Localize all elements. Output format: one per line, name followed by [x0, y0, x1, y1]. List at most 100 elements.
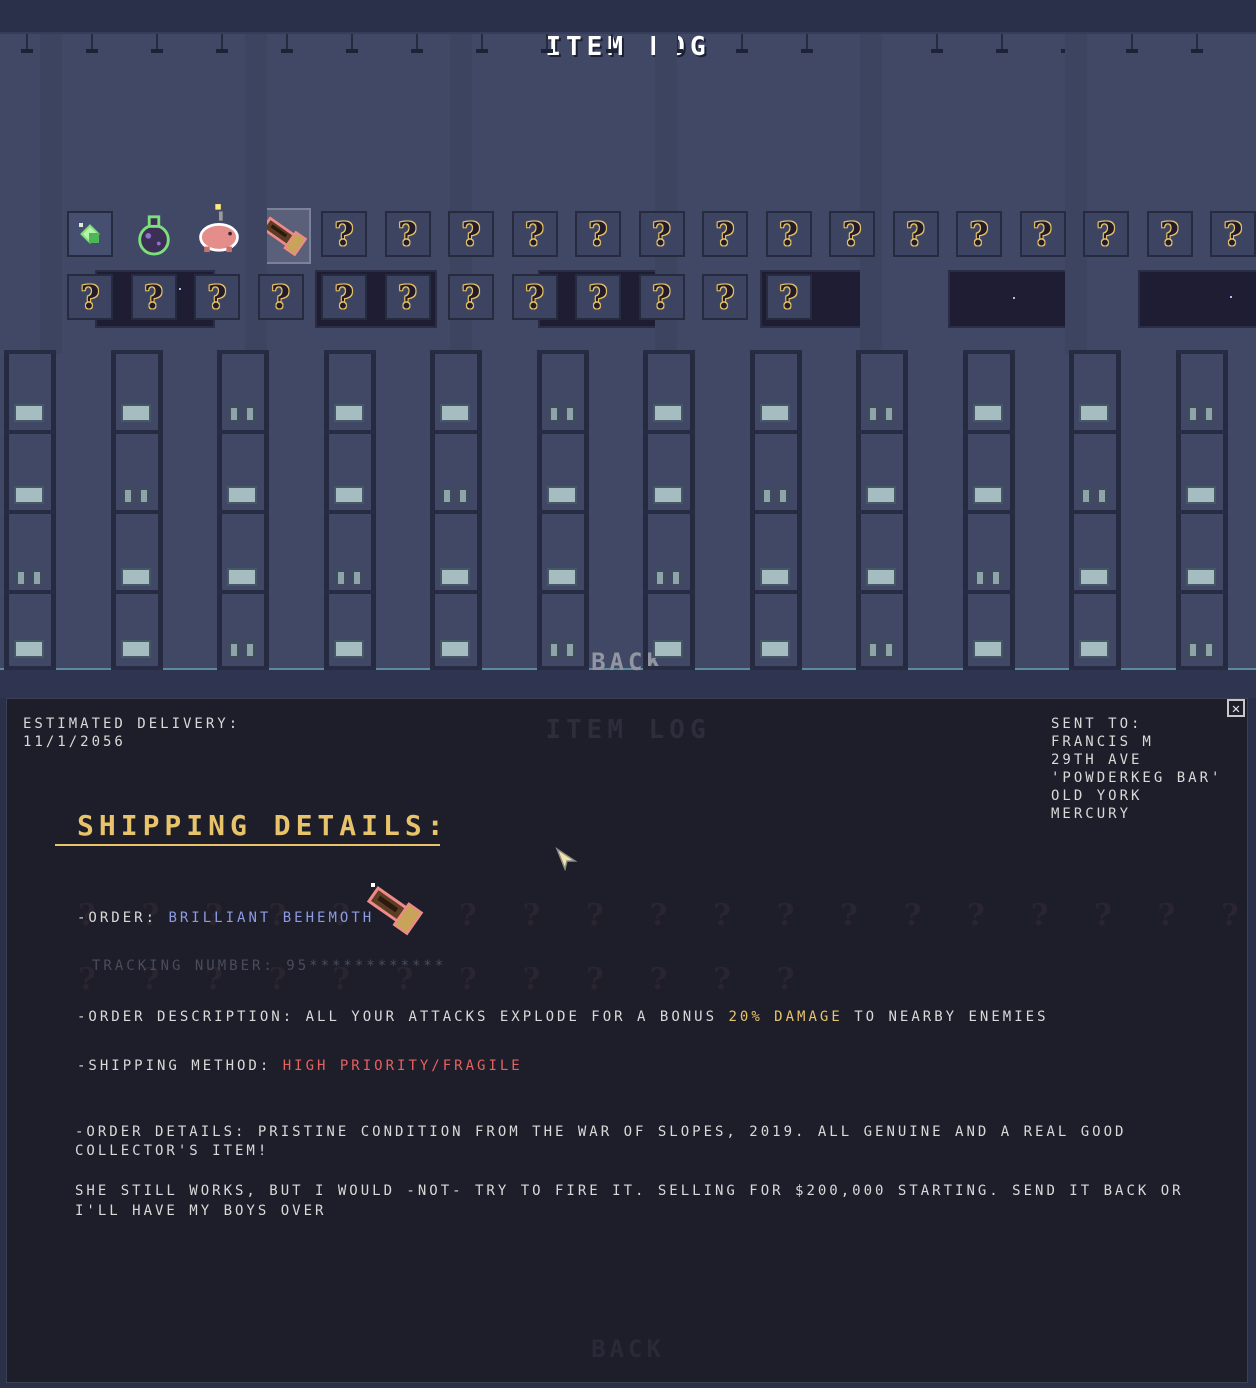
- jar: [458, 488, 468, 504]
- unknown-item-slot[interactable]: ?: [765, 211, 812, 257]
- unknown-item-slot[interactable]: ?: [1083, 211, 1129, 257]
- crate: [120, 640, 151, 658]
- item-slot-piggy-bank[interactable]: [193, 200, 245, 258]
- shelf-plank: [323, 350, 376, 354]
- jar: [884, 406, 894, 422]
- ceiling-lamp: [20, 34, 34, 56]
- back-button[interactable]: BACK: [0, 648, 1256, 676]
- faded-unknown-item-icon: ?: [840, 897, 858, 933]
- unknown-item-slot[interactable]: ?: [575, 274, 621, 320]
- unknown-item-slot[interactable]: ?: [448, 274, 494, 320]
- jar: [16, 570, 26, 586]
- address-line: OLD YORK: [1051, 788, 1143, 804]
- unknown-item-slot[interactable]: ?: [956, 211, 1002, 257]
- crate: [759, 568, 790, 586]
- faded-unknown-item-icon: ?: [586, 961, 604, 997]
- crate: [1079, 640, 1109, 658]
- jar: [229, 406, 239, 422]
- faded-unknown-item-icon: ?: [459, 897, 477, 933]
- faded-unknown-item-icon: ?: [713, 961, 731, 997]
- unknown-item-slot[interactable]: ?: [638, 274, 685, 320]
- shelf-plank: [430, 510, 482, 514]
- jar: [138, 488, 149, 504]
- unknown-item-icon: ?: [842, 215, 862, 253]
- address-line: 29TH AVE: [1051, 752, 1143, 768]
- crate: [653, 640, 683, 658]
- shelf-plank: [1175, 666, 1228, 670]
- shelf-plank: [856, 510, 908, 514]
- shelf-plank: [323, 510, 376, 514]
- unknown-item-slot[interactable]: ?: [321, 274, 367, 320]
- unknown-item-slot[interactable]: ?: [765, 274, 812, 320]
- jar: [32, 570, 42, 586]
- jar: [868, 406, 878, 422]
- unknown-item-slot[interactable]: ?: [702, 274, 748, 320]
- shelf-plank: [217, 510, 269, 514]
- jar: [777, 488, 788, 504]
- faded-unknown-item-icon: ?: [967, 897, 985, 933]
- storage-shelf: [962, 350, 1015, 670]
- unknown-item-slot[interactable]: ?: [702, 211, 748, 257]
- unknown-item-slot[interactable]: ?: [892, 211, 939, 257]
- unknown-item-slot[interactable]: ?: [511, 211, 558, 257]
- unknown-item-icon: ?: [525, 278, 544, 316]
- star: [1013, 297, 1015, 299]
- unknown-item-slot[interactable]: ?: [194, 274, 240, 320]
- item-slot-bomb-flask[interactable]: [131, 211, 177, 257]
- unknown-item-slot[interactable]: ?: [130, 274, 177, 320]
- unknown-item-slot[interactable]: ?: [67, 274, 113, 320]
- shelf-plank: [643, 430, 695, 434]
- unknown-item-slot[interactable]: ?: [1210, 211, 1256, 257]
- shelf-plank: [643, 510, 695, 514]
- jar: [990, 570, 1001, 586]
- shelf-plank: [749, 510, 802, 514]
- crate: [1185, 568, 1216, 586]
- unknown-item-slot[interactable]: ?: [384, 274, 431, 320]
- shipping-method-line: -SHIPPING METHOD: HIGH PRIORITY/FRAGILE: [77, 1057, 523, 1075]
- order-line: -ORDER: BRILLIANT BEHEMOTH: [77, 909, 374, 927]
- faded-unknown-item-icon: ?: [713, 897, 731, 933]
- unknown-item-slot[interactable]: ?: [511, 274, 558, 320]
- shelf-plank: [323, 430, 376, 434]
- ceiling-lamp: [1190, 34, 1204, 56]
- close-button[interactable]: ✕: [1227, 699, 1245, 717]
- item-slot-green-vial[interactable]: [67, 211, 113, 257]
- jar: [884, 642, 894, 658]
- shelf-plank: [1069, 510, 1121, 514]
- shelf-plank: [856, 590, 908, 594]
- crate: [1079, 404, 1109, 422]
- ceiling-lamp: [475, 34, 489, 56]
- shelf-plank: [643, 590, 695, 594]
- unknown-item-icon: ?: [715, 278, 735, 316]
- unknown-item-slot[interactable]: ?: [575, 211, 621, 257]
- jar: [1203, 406, 1214, 422]
- storage-shelf: [430, 350, 482, 670]
- unknown-item-slot[interactable]: ?: [384, 211, 431, 257]
- ceiling-lamp: [800, 34, 814, 56]
- unknown-item-icon: ?: [461, 215, 481, 253]
- unknown-item-icon: ?: [80, 278, 100, 316]
- jar: [868, 642, 878, 658]
- unknown-item-icon: ?: [779, 278, 798, 316]
- shelf-plank: [536, 666, 589, 670]
- unknown-item-icon: ?: [969, 215, 989, 253]
- unknown-item-slot[interactable]: ?: [638, 211, 685, 257]
- storage-shelf: [1069, 350, 1121, 670]
- purple-bomb-flask-icon: [138, 215, 170, 256]
- jar: [1203, 642, 1214, 658]
- crate: [972, 486, 1003, 504]
- storage-shelf: [1175, 350, 1228, 670]
- crate: [333, 486, 364, 504]
- unknown-item-slot[interactable]: ?: [321, 211, 367, 257]
- shelf-plank: [4, 666, 56, 670]
- unknown-item-slot[interactable]: ?: [1019, 211, 1066, 257]
- shelf-plank: [217, 666, 269, 670]
- shelf-plank: [1069, 350, 1121, 354]
- unknown-item-icon: ?: [779, 215, 798, 253]
- unknown-item-slot[interactable]: ?: [448, 211, 494, 257]
- unknown-item-slot[interactable]: ?: [829, 211, 875, 257]
- unknown-item-slot[interactable]: ?: [257, 274, 304, 320]
- unknown-item-slot[interactable]: ?: [1146, 211, 1193, 257]
- shelf-plank: [110, 666, 163, 670]
- crate: [972, 404, 1003, 422]
